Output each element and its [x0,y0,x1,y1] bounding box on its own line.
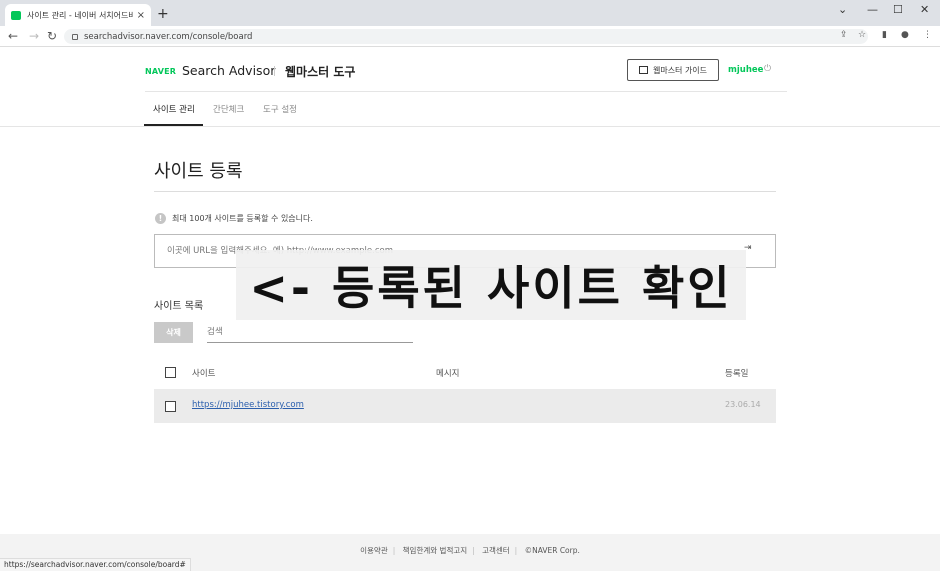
footer-link-terms[interactable]: 이용약관 [360,546,388,555]
lock-icon [72,33,78,40]
browser-toolbar: ← → ↻ searchadvisor.naver.com/console/bo… [0,26,940,47]
profile-icon[interactable]: ● [901,30,909,40]
select-all-checkbox[interactable] [165,367,176,378]
naver-favicon-icon [11,10,21,20]
maximize-button[interactable]: ☐ [893,3,903,16]
column-header-message: 메시지 [436,369,460,379]
site-search-input[interactable] [207,322,413,343]
footer-link-support[interactable]: 고객센터 [482,546,510,555]
status-bar-url: https://searchadvisor.naver.com/console/… [0,558,191,571]
info-icon: ! [155,213,166,224]
brand-divider [274,66,275,76]
back-icon[interactable]: ← [8,29,18,43]
menu-divider [0,126,940,127]
site-list-title: 사이트 목록 [154,301,204,312]
header-divider [145,91,787,92]
tab-title: 사이트 관리 - 네이버 서치어드바 [27,10,133,20]
site-link[interactable]: https://mjuhee.tistory.com [192,400,304,410]
column-header-site: 사이트 [192,369,216,379]
bookmark-star-icon[interactable]: ☆ [858,30,866,40]
logout-power-icon[interactable]: ⏻ [764,64,771,74]
webmaster-guide-button[interactable]: 웹마스터 가이드 [627,59,719,81]
browser-tab[interactable]: 사이트 관리 - 네이버 서치어드바 × [5,4,151,26]
tab-close-icon[interactable]: × [137,10,145,21]
reload-icon[interactable]: ↻ [47,29,57,43]
user-name[interactable]: mjuhee [728,65,763,75]
forward-icon[interactable]: → [29,29,39,43]
share-icon[interactable]: ⇪ [840,30,848,40]
close-window-button[interactable]: ✕ [920,3,929,16]
naver-logo[interactable]: NAVER [145,67,176,76]
tab-search-icon[interactable]: ⌄ [838,3,847,16]
footer-links: 이용약관 | 책임한계와 법적고지 | 고객센터 | ©NAVER Corp. [360,546,580,555]
footer-copyright: ©NAVER Corp. [524,546,580,555]
row-registered-date: 23.06.14 [725,400,761,409]
tab-simple-check[interactable]: 간단체크 [213,103,244,115]
menu-kebab-icon[interactable]: ⋮ [923,30,932,40]
webmaster-guide-label: 웹마스터 가이드 [652,65,708,75]
info-text: 최대 100개 사이트를 등록할 수 있습니다. [172,214,313,223]
address-bar[interactable]: searchadvisor.naver.com/console/board [64,29,868,44]
tab-tool-settings[interactable]: 도구 설정 [263,103,297,115]
webmaster-tool-title: 웹마스터 도구 [285,65,356,79]
row-checkbox[interactable] [165,401,176,412]
minimize-button[interactable]: — [867,3,878,16]
annotation-overlay: <- 등록된 사이트 확인 [236,250,746,320]
delete-button[interactable]: 삭제 [154,322,193,343]
new-tab-button[interactable]: + [157,6,169,22]
sidepanel-icon[interactable]: ▮ [882,30,887,40]
book-icon [638,66,648,74]
title-divider [154,191,776,192]
column-header-date: 등록일 [725,369,749,379]
search-advisor-logo[interactable]: Search Advisor [182,63,275,78]
address-url: searchadvisor.naver.com/console/board [84,31,253,42]
tab-site-management[interactable]: 사이트 관리 [153,103,195,115]
page-title: 사이트 등록 [154,161,243,182]
footer-link-legal[interactable]: 책임한계와 법적고지 [403,546,467,555]
browser-tabbar: 사이트 관리 - 네이버 서치어드바 × + ⌄ — ☐ ✕ [0,0,940,26]
